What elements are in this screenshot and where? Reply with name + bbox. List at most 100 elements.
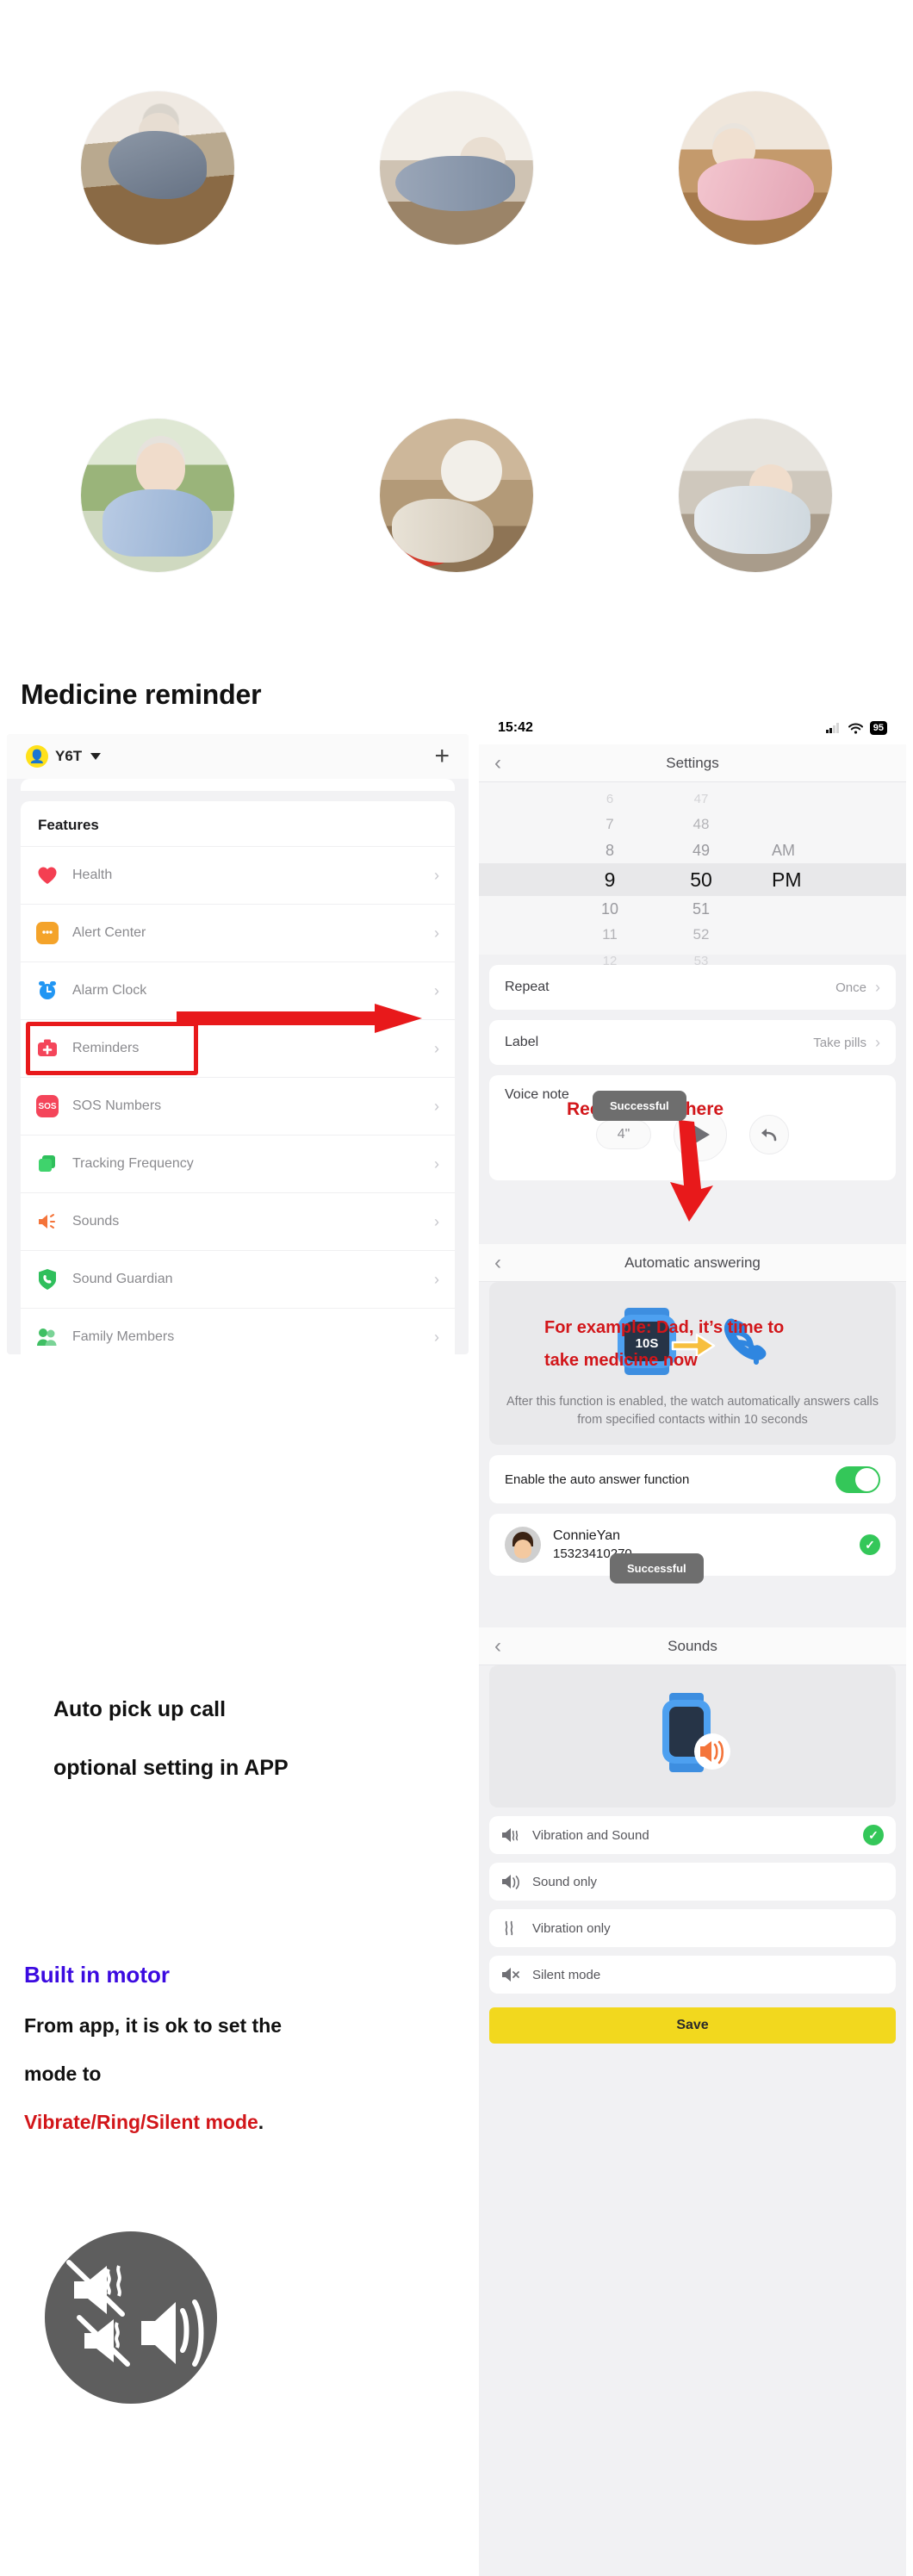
right-phone-screenshot: 15:42 95 ‹ Settings 6 47 7 48 8 49 AM 9 50 PM … bbox=[479, 712, 906, 2576]
sidebar-item-alert-center[interactable]: Alert Center › bbox=[21, 904, 455, 961]
minute-option[interactable]: 51 bbox=[680, 900, 722, 918]
minute-option[interactable]: 53 bbox=[680, 954, 722, 968]
annotation-motor-line2: mode to bbox=[24, 2063, 102, 2085]
annotation-motor-line3: Vibrate/Ring/Silent mode. bbox=[24, 2111, 264, 2134]
auto-answer-description: After this function is enabled, the watc… bbox=[506, 1395, 879, 1428]
minute-option[interactable]: 48 bbox=[680, 816, 722, 833]
sidebar-item-label: Sound Guardian bbox=[72, 1272, 173, 1286]
photo-cell bbox=[10, 334, 304, 656]
sound-option-vibration-only[interactable]: Vibration only bbox=[489, 1909, 896, 1948]
hour-selected[interactable]: 9 bbox=[589, 863, 630, 896]
voice-duration: 4" bbox=[596, 1120, 651, 1149]
sidebar-item-family-members[interactable]: Family Members › bbox=[21, 1308, 455, 1354]
layers-icon bbox=[36, 1153, 59, 1175]
cellular-signal-icon bbox=[825, 723, 839, 733]
sidebar-item-sounds[interactable]: Sounds › bbox=[21, 1192, 455, 1250]
alarm-clock-icon bbox=[36, 980, 59, 1002]
annotation-motor-line1: From app, it is ok to set the bbox=[24, 2014, 283, 2037]
meridiem-selected[interactable]: PM bbox=[772, 863, 822, 896]
battery-level: 95 bbox=[869, 721, 887, 735]
picker-row: 8 49 AM bbox=[479, 837, 906, 863]
features-card: Features Health › Alert Center › Alarm C… bbox=[21, 801, 455, 1354]
chevron-right-icon: › bbox=[434, 1097, 439, 1115]
people-icon bbox=[36, 1326, 59, 1348]
device-selector[interactable]: 👤 Y6T bbox=[26, 745, 102, 768]
chevron-right-icon: › bbox=[434, 1212, 439, 1230]
toast-successful-contact: Successful bbox=[610, 1553, 704, 1584]
annotation-motor-period: . bbox=[258, 2111, 264, 2133]
avatar bbox=[505, 1527, 541, 1564]
annotation-auto-pickup-line2: optional setting in APP bbox=[53, 1756, 289, 1780]
chevron-right-icon: › bbox=[434, 866, 439, 884]
photo-elderly-woman-lying-on-rug bbox=[679, 419, 833, 572]
auto-answer-navbar: ‹ Automatic answering bbox=[479, 1244, 906, 1282]
settings-navbar: ‹ Settings bbox=[479, 744, 906, 782]
shield-phone-icon bbox=[36, 1268, 59, 1291]
chevron-right-icon: › bbox=[875, 1033, 880, 1051]
annotation-built-in-motor: Built in motor bbox=[24, 1962, 170, 1988]
app-top-bar: 👤 Y6T + bbox=[7, 734, 469, 779]
sidebar-item-tracking-frequency[interactable]: Tracking Frequency › bbox=[21, 1135, 455, 1192]
hour-option[interactable]: 7 bbox=[589, 816, 630, 833]
sidebar-item-label: Alert Center bbox=[72, 925, 146, 940]
auto-answer-title: Automatic answering bbox=[624, 1254, 761, 1271]
svg-text:10S: 10S bbox=[635, 1336, 658, 1351]
back-icon[interactable]: ‹ bbox=[494, 1635, 501, 1657]
sound-option-check-icon: ✓ bbox=[863, 1825, 884, 1846]
sidebar-item-health[interactable]: Health › bbox=[21, 846, 455, 904]
medical-kit-icon bbox=[36, 1037, 59, 1060]
sound-option-label: Sound only bbox=[532, 1874, 598, 1889]
redo-button[interactable] bbox=[749, 1115, 789, 1154]
photo-cell bbox=[10, 7, 304, 329]
speaker-icon bbox=[36, 1210, 59, 1233]
toast-successful-voice: Successful bbox=[593, 1091, 686, 1121]
chevron-right-icon: › bbox=[434, 1270, 439, 1288]
auto-answer-toggle[interactable] bbox=[835, 1465, 880, 1493]
chevron-right-icon: › bbox=[875, 978, 880, 996]
picker-row: 11 52 bbox=[479, 922, 906, 948]
auto-answer-toggle-row[interactable]: Enable the auto answer function bbox=[489, 1455, 896, 1503]
vibrate-icon bbox=[505, 1920, 513, 1936]
contact-selected-check-icon: ✓ bbox=[860, 1534, 880, 1556]
back-icon[interactable]: ‹ bbox=[494, 752, 501, 774]
hour-option[interactable]: 6 bbox=[589, 792, 630, 806]
sidebar-item-label: Reminders bbox=[72, 1041, 140, 1055]
picker-row-selected: 9 50 PM bbox=[479, 863, 906, 896]
save-button[interactable]: Save bbox=[489, 2007, 896, 2044]
add-button[interactable]: + bbox=[434, 744, 450, 769]
annotation-arrow-to-play bbox=[670, 1120, 713, 1222]
minute-option[interactable]: 49 bbox=[680, 842, 722, 860]
photo-cell bbox=[309, 334, 603, 656]
auto-answer-toggle-card: Enable the auto answer function bbox=[489, 1455, 896, 1504]
annotation-example-line2: take medicine now bbox=[544, 1351, 698, 1370]
hour-option[interactable]: 11 bbox=[589, 926, 630, 943]
sounds-hero bbox=[489, 1665, 896, 1808]
chevron-right-icon: › bbox=[434, 924, 439, 942]
page-title-medicine-reminder: Medicine reminder bbox=[21, 679, 262, 710]
sounds-title: Sounds bbox=[668, 1637, 717, 1654]
hour-option[interactable]: 8 bbox=[589, 842, 630, 860]
label-card: Label Take pills › bbox=[489, 1020, 896, 1065]
device-avatar-icon: 👤 bbox=[26, 745, 48, 768]
minute-selected[interactable]: 50 bbox=[680, 863, 722, 896]
time-picker[interactable]: 6 47 7 48 8 49 AM 9 50 PM 10 51 11 52 12 53 bbox=[479, 782, 906, 968]
sidebar-item-sos-numbers[interactable]: SOS SOS Numbers › bbox=[21, 1077, 455, 1135]
hour-option[interactable]: 10 bbox=[589, 900, 630, 918]
auto-answer-toggle-label: Enable the auto answer function bbox=[505, 1472, 690, 1487]
heart-icon bbox=[36, 864, 59, 887]
speaker-vibrate-icon bbox=[502, 1828, 519, 1843]
sound-option-sound-only[interactable]: Sound only bbox=[489, 1863, 896, 1901]
minute-option[interactable]: 47 bbox=[680, 792, 722, 806]
sound-option-silent-mode[interactable]: Silent mode bbox=[489, 1956, 896, 1994]
meridiem-option[interactable]: AM bbox=[772, 842, 822, 860]
sidebar-item-label: Alarm Clock bbox=[72, 983, 147, 998]
sound-option-vibration-and-sound[interactable]: Vibration and Sound ✓ bbox=[489, 1816, 896, 1855]
sidebar-item-label: Sounds bbox=[72, 1214, 120, 1229]
label-row[interactable]: Label Take pills › bbox=[489, 1020, 896, 1065]
minute-option[interactable]: 52 bbox=[680, 926, 722, 943]
sidebar-item-sound-guardian[interactable]: Sound Guardian › bbox=[21, 1250, 455, 1308]
sidebar-item-label: Tracking Frequency bbox=[72, 1156, 194, 1171]
repeat-label: Repeat bbox=[505, 980, 550, 994]
hour-option[interactable]: 12 bbox=[589, 954, 630, 968]
back-icon[interactable]: ‹ bbox=[494, 1252, 501, 1273]
